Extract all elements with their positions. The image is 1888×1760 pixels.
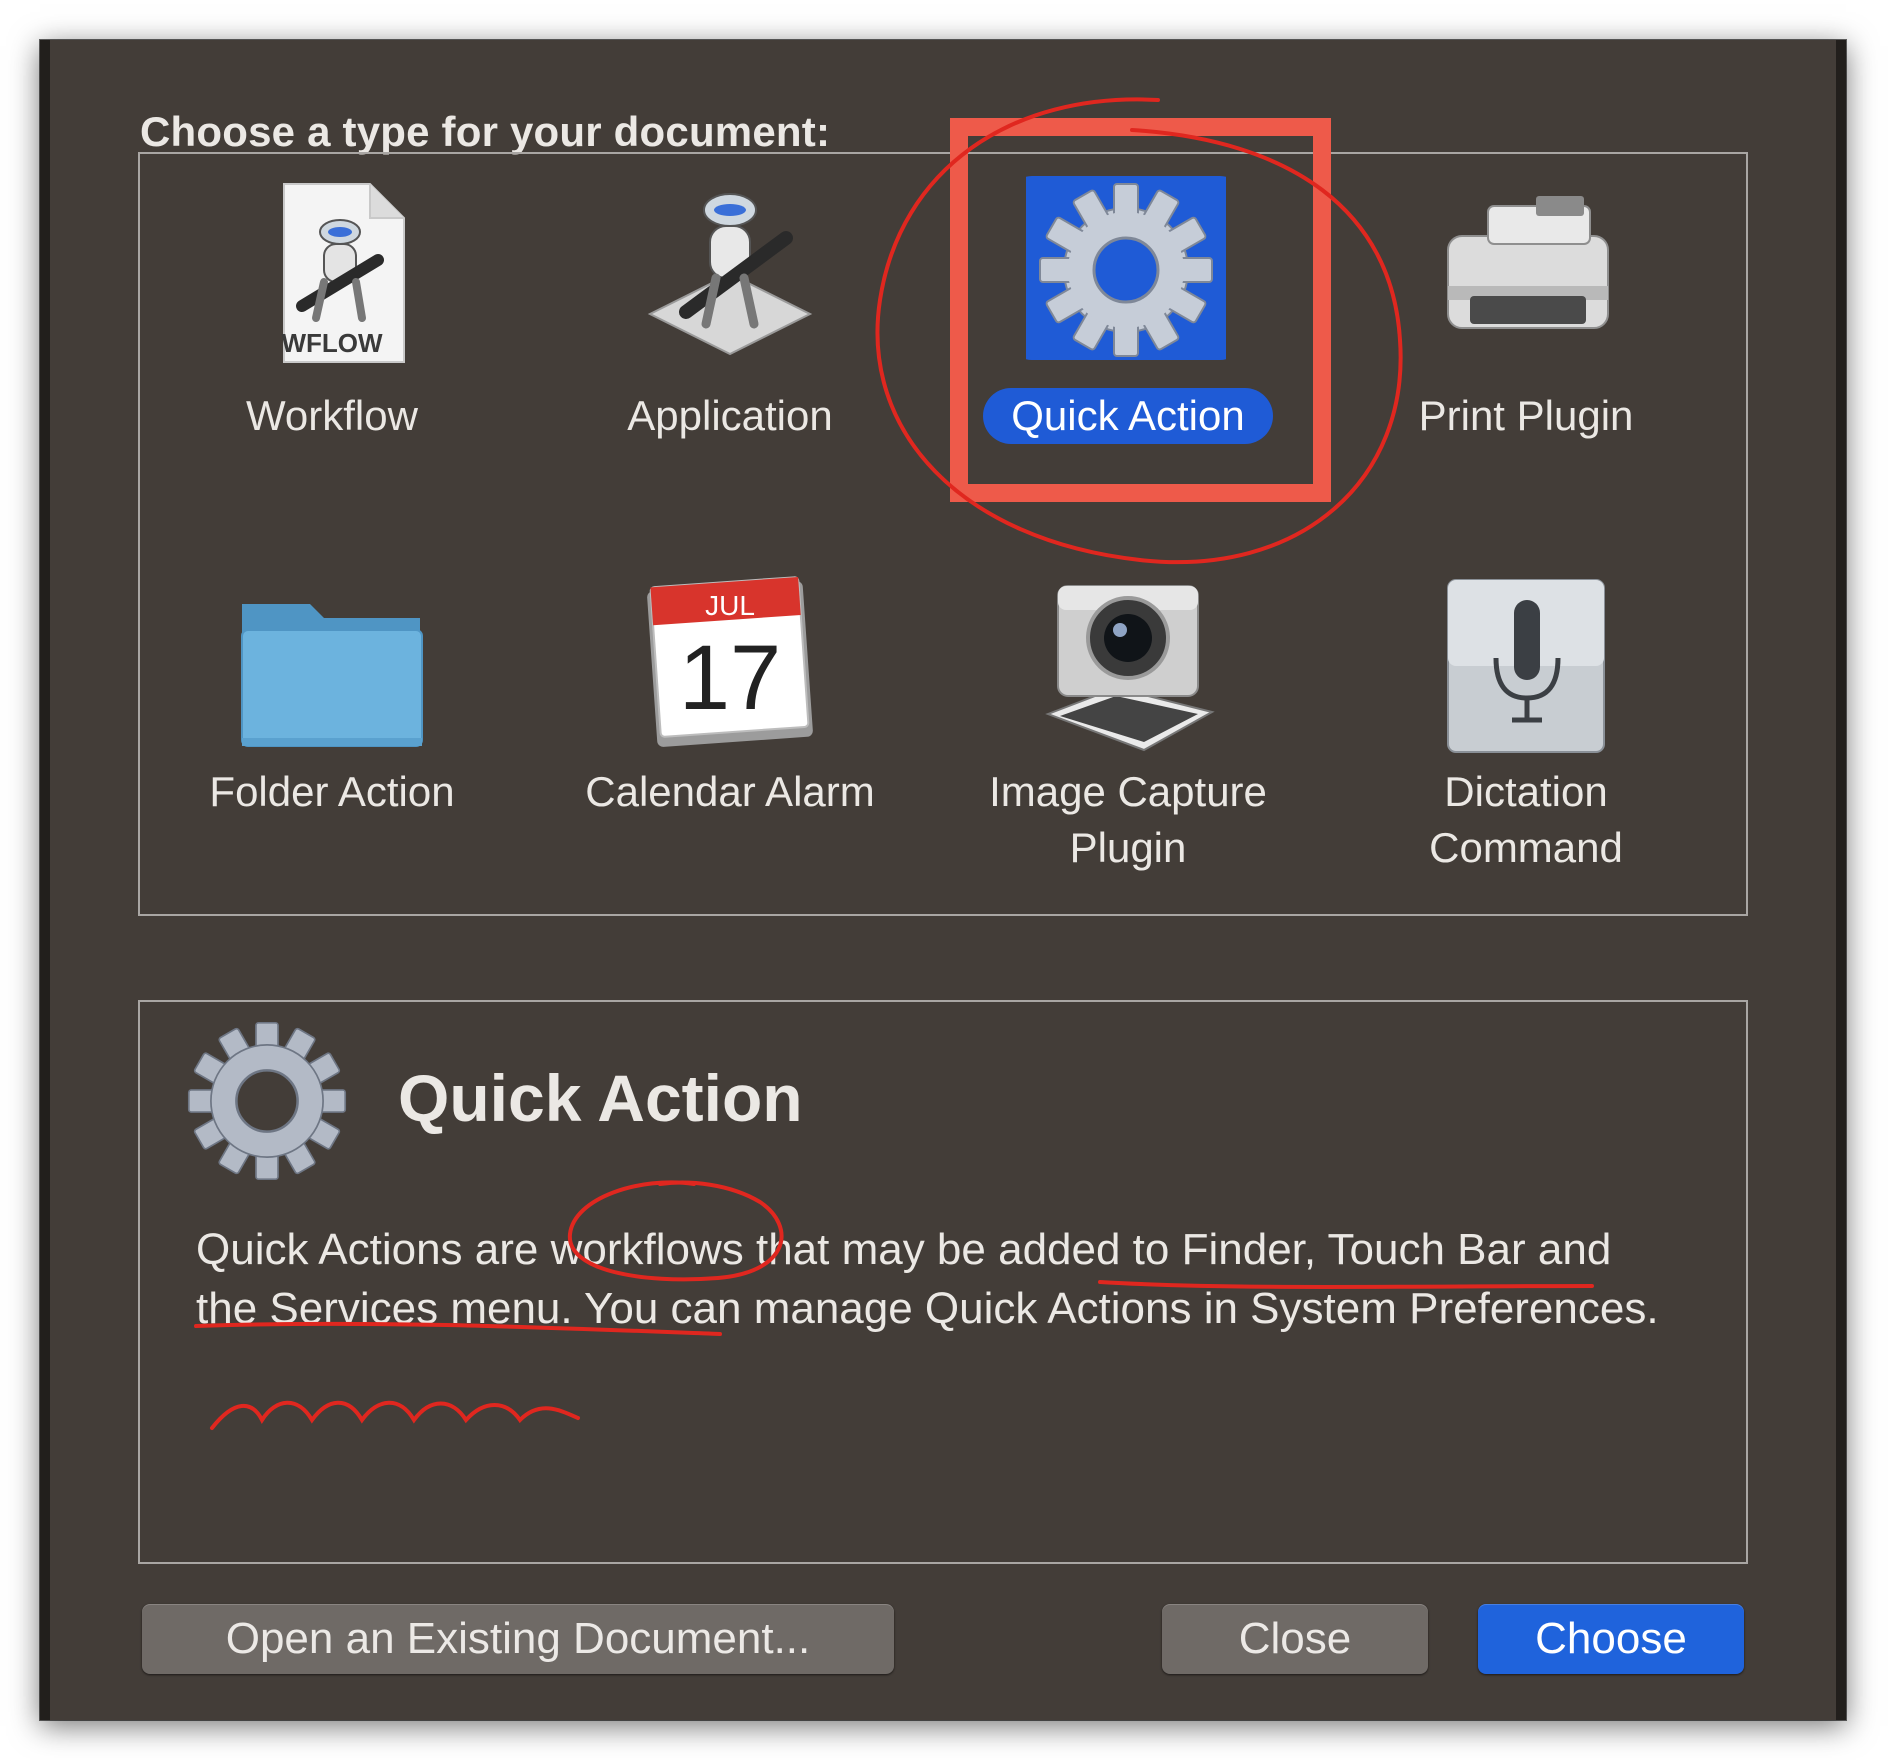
microphone-icon — [1426, 566, 1626, 766]
type-label-folder-action: Folder Action — [209, 768, 455, 815]
type-label-image-capture-plugin: Image Capture Plugin — [989, 768, 1267, 871]
type-image-capture-plugin[interactable]: Image Capture Plugin — [938, 585, 1318, 894]
choose-button[interactable]: Choose — [1478, 1604, 1744, 1674]
automator-robot-icon — [630, 178, 830, 378]
workflow-file-badge: WFLOW — [281, 328, 383, 358]
type-label-application: Application — [627, 392, 833, 439]
calendar-month: JUL — [705, 590, 755, 621]
description-title: Quick Action — [398, 1061, 803, 1135]
type-folder-action[interactable]: Folder Action — [142, 594, 522, 894]
type-label-dictation-command: Dictation Command — [1429, 768, 1623, 871]
type-description-panel: Quick Action Quick Actions are workflows… — [138, 1000, 1748, 1564]
dialog-heading: Choose a type for your document: — [140, 108, 831, 155]
type-label-print-plugin: Print Plugin — [1418, 392, 1634, 439]
folder-icon — [232, 574, 432, 774]
open-existing-document-button[interactable]: Open an Existing Document... — [142, 1604, 894, 1674]
document-type-grid: WFLOW Workflow Application Quick Action … — [138, 152, 1748, 916]
type-application[interactable]: Application — [540, 178, 920, 478]
new-document-dialog: Choose a type for your document: WFLOW W… — [40, 40, 1846, 1720]
type-label-calendar-alarm: Calendar Alarm — [585, 768, 875, 815]
type-print-plugin[interactable]: Print Plugin — [1336, 178, 1716, 478]
gear-icon — [1026, 176, 1226, 376]
gear-icon — [182, 1016, 352, 1186]
image-capture-camera-icon — [1028, 564, 1228, 764]
calendar-day: 17 — [678, 627, 782, 729]
type-workflow[interactable]: WFLOW Workflow — [142, 178, 522, 478]
description-text: Quick Actions are workflows that may be … — [196, 1225, 1659, 1333]
type-label-quick-action: Quick Action — [983, 388, 1273, 444]
printer-icon — [1426, 178, 1626, 378]
close-button[interactable]: Close — [1162, 1604, 1428, 1674]
type-label-workflow: Workflow — [246, 392, 418, 439]
type-dictation-command[interactable]: Dictation Command — [1336, 579, 1716, 894]
type-calendar-alarm[interactable]: JUL 17 Calendar Alarm — [540, 576, 920, 894]
type-quick-action[interactable]: Quick Action — [938, 176, 1318, 478]
calendar-icon: JUL 17 — [630, 564, 830, 764]
